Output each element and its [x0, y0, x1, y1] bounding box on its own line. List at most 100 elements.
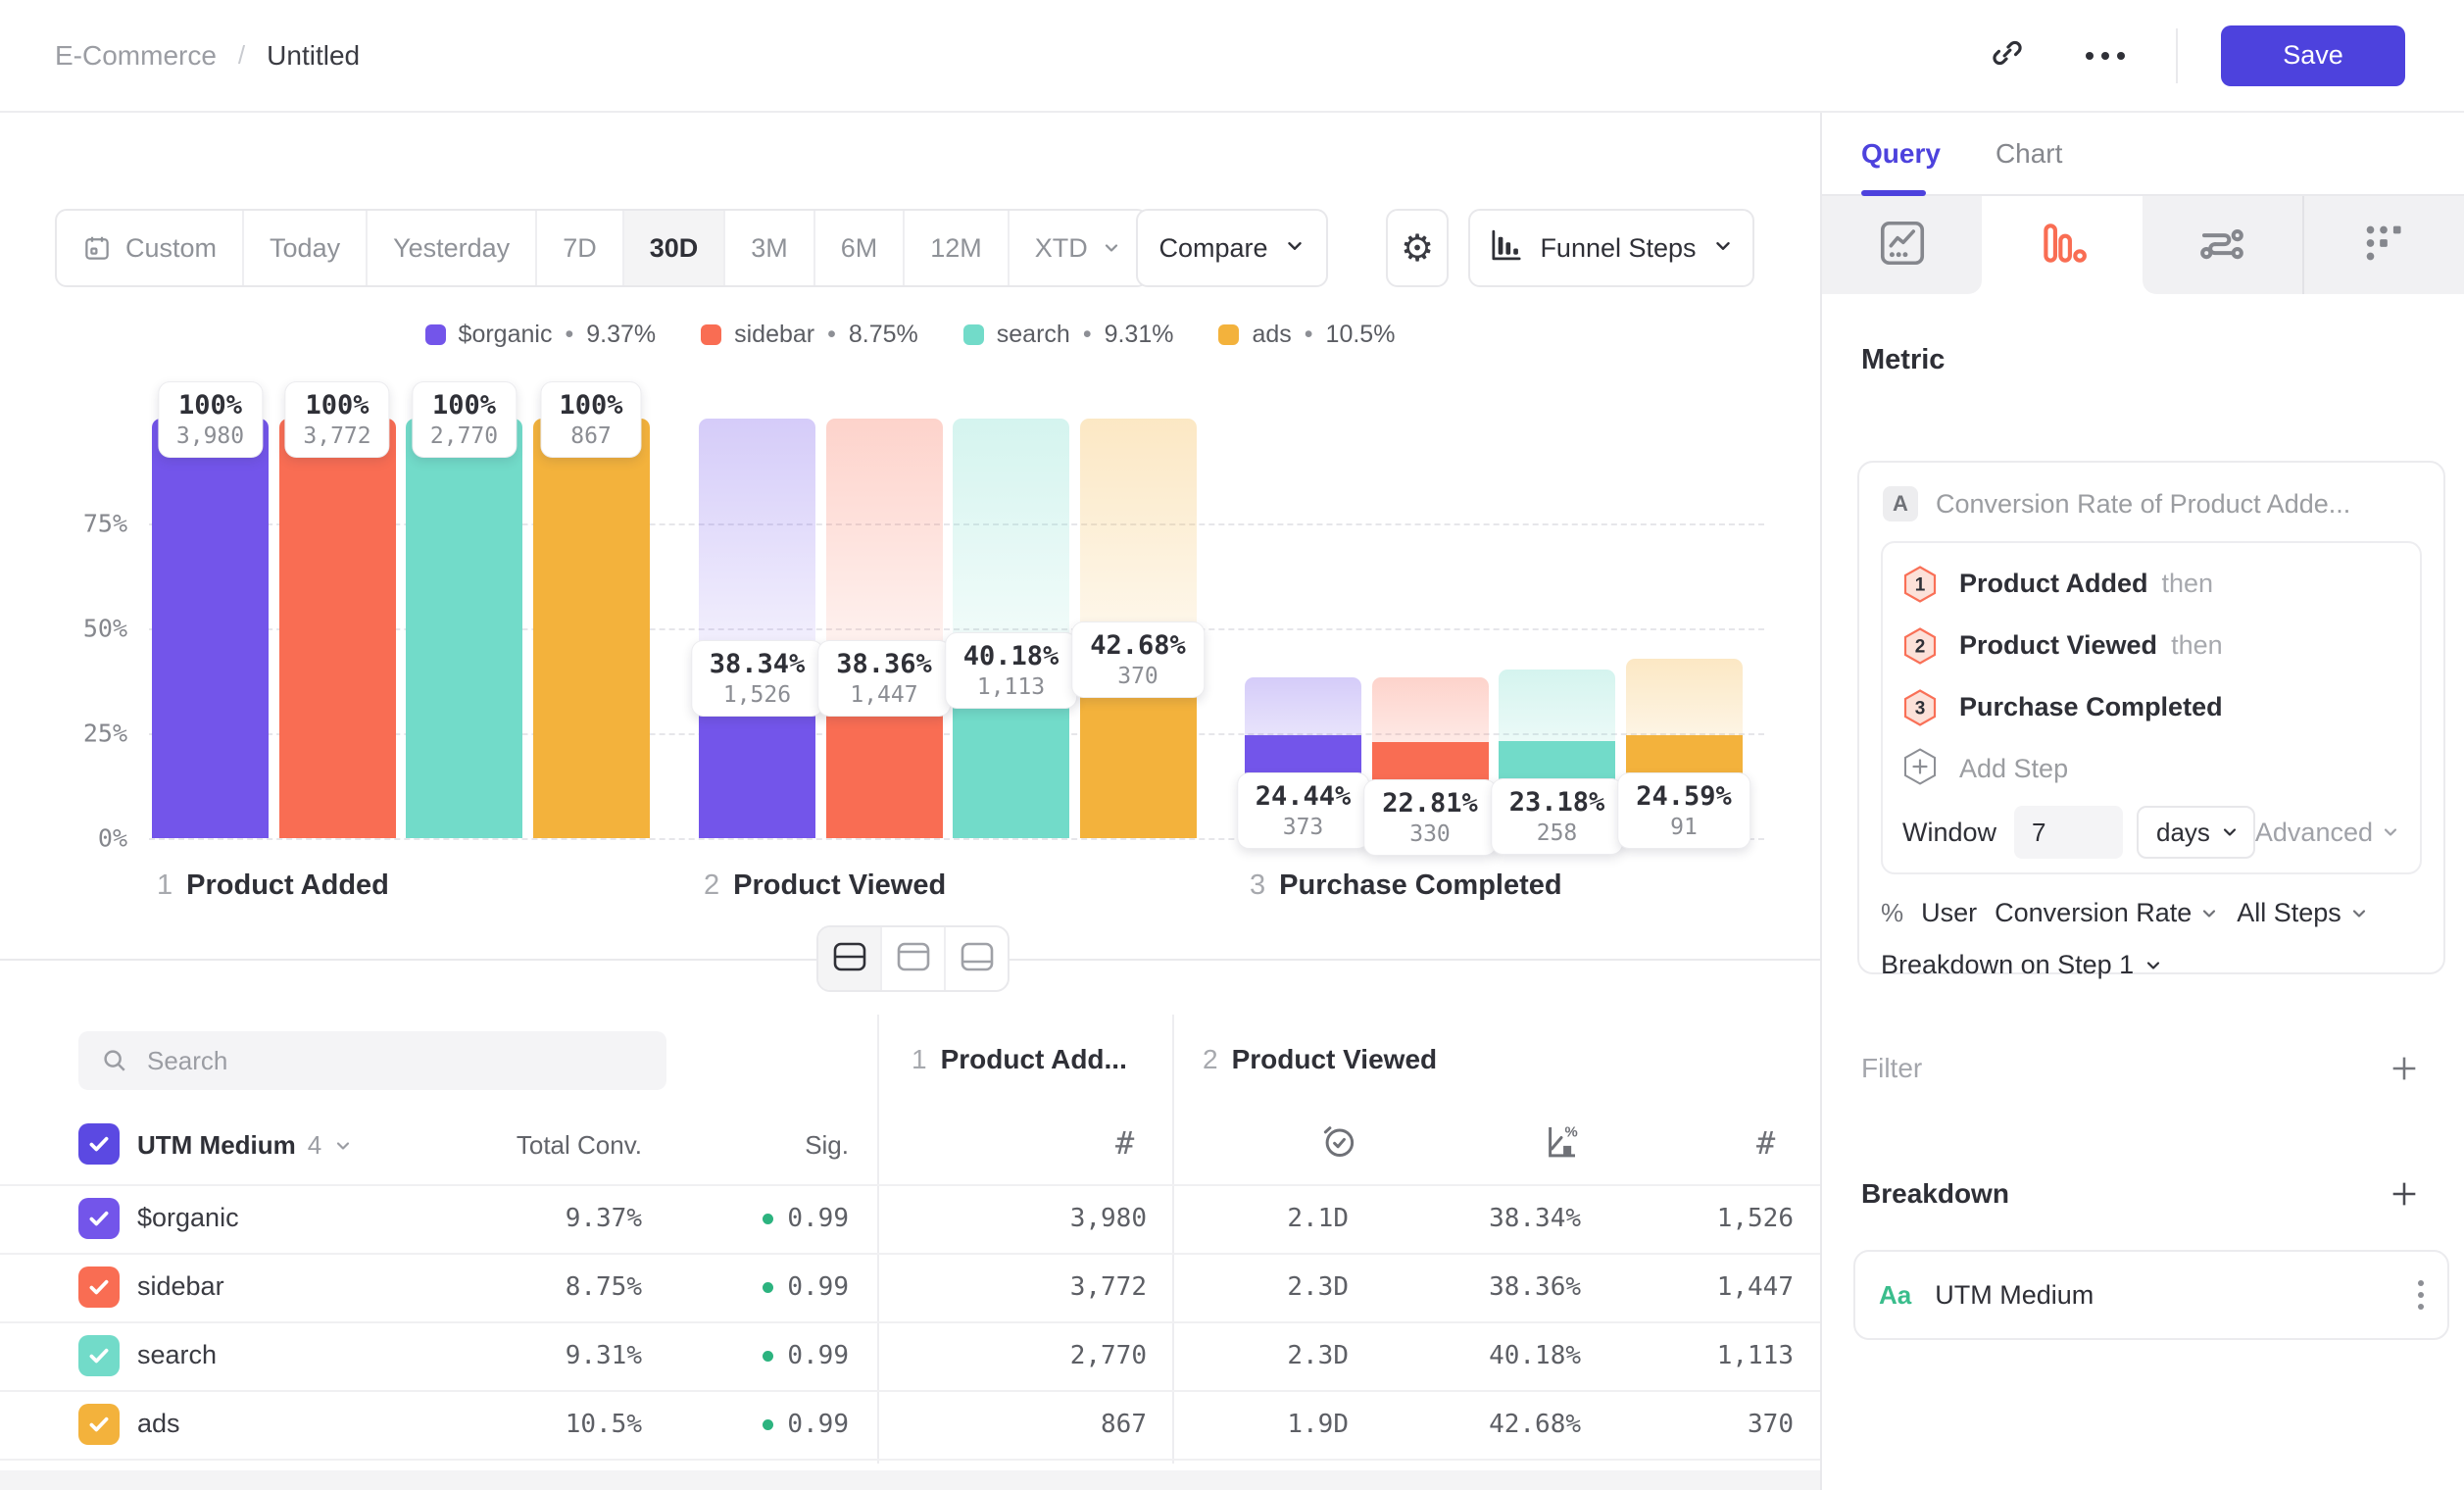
- table-row-sidebar[interactable]: sidebar8.75%0.993,7722.3D38.36%1,447: [0, 1253, 1820, 1321]
- count-metric-icon[interactable]: #: [1756, 1124, 1775, 1162]
- share-link-button[interactable]: [1980, 28, 2035, 83]
- y-axis-tick: 0%: [44, 824, 127, 853]
- bar-percent: 42.68%: [1090, 628, 1186, 663]
- funnel-bar-search-step1[interactable]: [406, 419, 522, 838]
- step1-count-cell: 867: [931, 1410, 1147, 1439]
- window-unit-label: days: [2156, 818, 2210, 848]
- table-search-input[interactable]: Search: [78, 1031, 666, 1090]
- significance-cell: 0.99: [627, 1410, 849, 1439]
- active-tab-underline: [1861, 190, 1926, 196]
- svg-text:1: 1: [1915, 574, 1926, 595]
- bar-percent: 40.18%: [963, 639, 1060, 673]
- total-conv-header[interactable]: Total Conv.: [446, 1130, 642, 1161]
- funnel-bar-sidebar-step1[interactable]: [279, 419, 396, 838]
- conversion-rate-metric-icon[interactable]: %: [1541, 1120, 1582, 1162]
- breakdown-on-label: Breakdown on Step 1: [1881, 950, 2134, 980]
- flows-report-tab[interactable]: [2143, 196, 2304, 294]
- ellipsis-icon: [2086, 52, 2125, 60]
- bottom-panel-icon: [960, 941, 995, 977]
- bar-percent: 22.81%: [1382, 786, 1478, 820]
- add-step-button[interactable]: Add Step: [1902, 738, 2400, 800]
- bar-value-label: 100%2,770: [412, 381, 517, 458]
- table-row-organic[interactable]: $organic9.37%0.993,9802.1D38.34%1,526: [0, 1184, 1820, 1253]
- significance-value: 0.99: [787, 1410, 849, 1439]
- conversion-window-row: Window 7 days Advanced: [1902, 804, 2400, 861]
- tab-query[interactable]: Query: [1861, 138, 1941, 170]
- row-name: ads: [137, 1409, 180, 1439]
- breadcrumb-page-title[interactable]: Untitled: [267, 40, 360, 72]
- add-step-hexagon-icon: [1902, 747, 1938, 791]
- layout-table-only-button[interactable]: [946, 927, 1008, 990]
- bar-value-label: 22.81%330: [1363, 779, 1497, 856]
- measure-metric-selector[interactable]: Conversion Rate: [1995, 898, 2219, 928]
- row-checkbox[interactable]: [78, 1266, 120, 1308]
- significance-dot: [763, 1351, 773, 1362]
- breakdown-options-button[interactable]: [2418, 1280, 2424, 1310]
- retention-icon: [2357, 217, 2410, 274]
- funnel-bar-ads-step1[interactable]: [533, 419, 650, 838]
- steps-scope-selector[interactable]: All Steps: [2237, 898, 2369, 928]
- window-unit-select[interactable]: days: [2137, 806, 2255, 859]
- count-metric-icon[interactable]: #: [1115, 1124, 1134, 1162]
- bar-value-label: 100%867: [540, 381, 641, 458]
- bar-count: 3,772: [303, 422, 370, 451]
- more-options-button[interactable]: [2078, 28, 2133, 83]
- svg-text:2: 2: [1915, 636, 1926, 657]
- layout-chart-only-button[interactable]: [882, 927, 946, 990]
- y-axis-tick: 25%: [44, 720, 127, 748]
- insights-report-tab[interactable]: [1822, 196, 1982, 294]
- bar-percent: 38.36%: [836, 647, 932, 681]
- metric-title: Conversion Rate of Product Adde...: [1936, 489, 2350, 520]
- metric-title-row[interactable]: A Conversion Rate of Product Adde...: [1883, 486, 2422, 522]
- step2-count-cell: 370: [1598, 1410, 1794, 1439]
- breadcrumb-separator: /: [238, 40, 245, 71]
- layout-split-button[interactable]: [818, 927, 882, 990]
- save-button[interactable]: Save: [2221, 25, 2405, 86]
- total-conversion-cell: 9.31%: [446, 1341, 642, 1370]
- avg-time-metric-icon[interactable]: [1318, 1120, 1359, 1162]
- conversion-rate-cell: 40.18%: [1385, 1341, 1581, 1370]
- sig-header[interactable]: Sig.: [627, 1130, 849, 1161]
- advanced-label: Advanced: [2255, 818, 2373, 848]
- bar-count: 1,447: [836, 681, 932, 710]
- significance-cell: 0.99: [627, 1341, 849, 1370]
- significance-value: 0.99: [787, 1341, 849, 1370]
- add-breakdown-button[interactable]: [2388, 1177, 2421, 1211]
- advanced-toggle[interactable]: Advanced: [2255, 818, 2400, 848]
- select-all-checkbox[interactable]: [78, 1123, 120, 1165]
- top-header: E-Commerce / Untitled Save: [0, 0, 2464, 113]
- funnel-chart: 75%50%25%0%100%3,98038.34%1,52624.44%373…: [0, 113, 1820, 995]
- row-checkbox[interactable]: [78, 1335, 120, 1376]
- metric-step-3[interactable]: 3Purchase Completed: [1902, 676, 2400, 738]
- table-row-search[interactable]: search9.31%0.992,7702.3D40.18%1,113: [0, 1321, 1820, 1390]
- table-row-ads[interactable]: ads10.5%0.998671.9D42.68%370: [0, 1390, 1820, 1459]
- breakdown-property-card[interactable]: Aa UTM Medium: [1853, 1250, 2449, 1340]
- window-value-input[interactable]: 7: [2014, 806, 2123, 859]
- row-checkbox[interactable]: [78, 1198, 120, 1239]
- entity-selector[interactable]: User: [1921, 898, 1977, 928]
- tab-chart[interactable]: Chart: [1996, 138, 2062, 170]
- breadcrumb-project[interactable]: E-Commerce: [55, 40, 217, 72]
- breakdown-column-header[interactable]: UTM Medium4: [137, 1130, 353, 1161]
- step-hexagon-badge: 3: [1902, 688, 1938, 727]
- window-label: Window: [1902, 818, 1996, 848]
- step1-count-cell: 3,980: [931, 1204, 1147, 1233]
- steps-scope-label: All Steps: [2237, 898, 2341, 928]
- search-icon: [100, 1046, 129, 1075]
- metric-step-2[interactable]: 2Product Viewedthen: [1902, 615, 2400, 676]
- report-type-tabs: [1822, 196, 2464, 294]
- metric-step-name: Product Added: [1959, 569, 2148, 599]
- breakdown-on-step-selector[interactable]: Breakdown on Step 1: [1881, 950, 2422, 980]
- retention-report-tab[interactable]: [2304, 196, 2464, 294]
- row-checkbox[interactable]: [78, 1404, 120, 1445]
- bar-percent: 100%: [303, 388, 370, 422]
- metric-step-1[interactable]: 1Product Addedthen: [1902, 553, 2400, 615]
- chevron-down-icon: [2220, 822, 2240, 842]
- svg-text:3: 3: [1915, 698, 1926, 719]
- metric-letter-badge: A: [1883, 486, 1918, 522]
- metric-card: A Conversion Rate of Product Adde... 1 Pr…: [1857, 461, 2445, 974]
- funnels-report-tab[interactable]: [1982, 196, 2142, 294]
- add-filter-button[interactable]: [2388, 1052, 2421, 1085]
- step-name: Product Added: [186, 869, 389, 902]
- funnel-bar-organic-step1[interactable]: [152, 419, 269, 838]
